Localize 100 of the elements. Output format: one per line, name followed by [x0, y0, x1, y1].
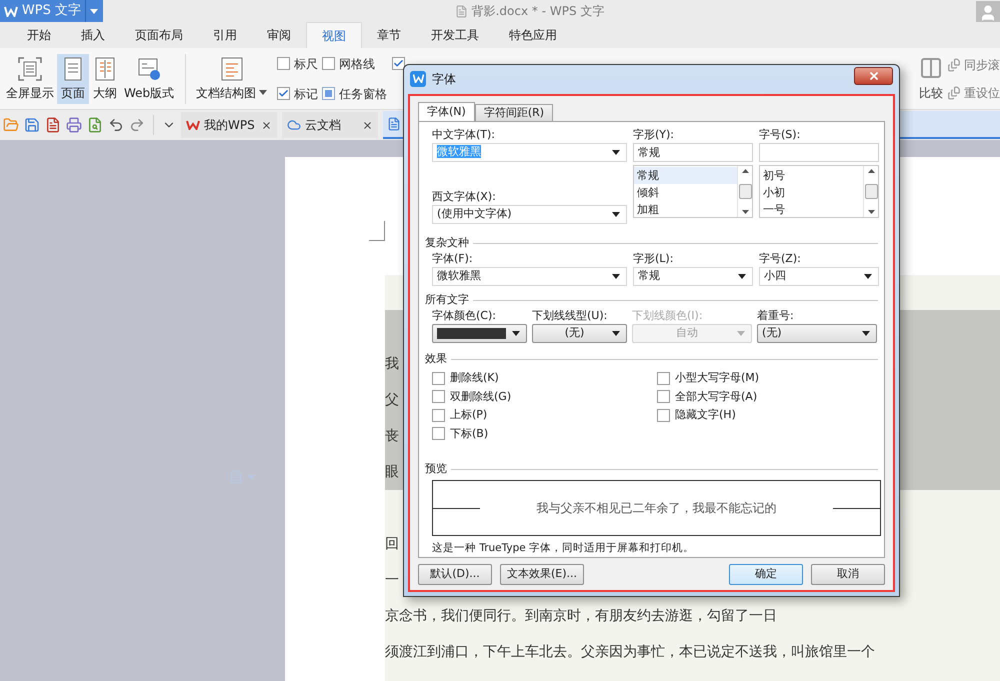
window-tool-button[interactable]: 同步滚 — [947, 56, 1000, 74]
checkbox-label: 双删除线(G) — [450, 388, 512, 404]
menu-tab[interactable]: 审阅 — [252, 22, 306, 48]
dialog-button[interactable]: 取消 — [811, 564, 885, 585]
text-field[interactable] — [759, 143, 879, 162]
app-menu-button[interactable]: WPS 文字 — [0, 0, 103, 22]
list-item[interactable]: 加粗 — [634, 201, 737, 218]
view-button[interactable]: 全屏显示 — [3, 54, 57, 104]
menu-tab[interactable]: 页面布局 — [120, 22, 198, 48]
view-button[interactable]: 页面 — [57, 54, 89, 104]
text-field[interactable]: 常规 — [633, 143, 753, 162]
dialog-button[interactable]: 确定 — [729, 564, 803, 585]
scroll-up-icon[interactable] — [742, 169, 748, 173]
menu-tab[interactable]: 视图 — [306, 22, 362, 48]
caret-icon — [738, 274, 746, 279]
field-label: 着重号: — [757, 308, 795, 324]
checkbox-label: 全部大写字母(A) — [675, 388, 758, 404]
checkbox[interactable] — [657, 408, 670, 422]
field-label: 字体颜色(C): — [432, 308, 497, 324]
save-icon[interactable] — [24, 117, 40, 133]
option-label: 标记 — [294, 86, 318, 102]
checkbox-label: 小型大写字母(M) — [675, 370, 760, 386]
list-item[interactable]: 小初 — [760, 184, 863, 201]
wps-logo-icon — [186, 120, 200, 130]
window-title: 背影.docx * - WPS 文字 — [472, 3, 604, 20]
caret-icon — [90, 8, 98, 14]
dropdown-field[interactable]: 小四 — [759, 267, 879, 286]
menu-tab[interactable]: 开发工具 — [416, 22, 494, 48]
caret-icon — [612, 150, 620, 155]
checkbox[interactable] — [277, 57, 290, 70]
scroll-thumb[interactable] — [738, 184, 752, 199]
caret-icon — [512, 331, 520, 336]
dialog-button[interactable]: 文本效果(E)... — [500, 564, 584, 585]
menu-tab[interactable]: 插入 — [66, 22, 120, 48]
list-item[interactable]: 常规 — [634, 167, 737, 184]
dropdown-field[interactable]: (使用中文字体) — [432, 205, 627, 224]
dropdown-field[interactable]: 微软雅黑 — [432, 267, 627, 286]
dropdown-field[interactable]: (无) — [757, 324, 877, 343]
window-tool-button[interactable]: 重设位 — [947, 84, 1000, 102]
list-box[interactable]: 常规 倾斜 加粗 — [633, 165, 753, 218]
document-icon[interactable] — [45, 117, 61, 133]
checkbox[interactable] — [657, 390, 670, 404]
scroll-up-icon[interactable] — [868, 169, 874, 173]
menu-tab[interactable]: 章节 — [362, 22, 416, 48]
caret-icon — [259, 90, 268, 95]
close-button[interactable] — [854, 66, 893, 84]
dropdown-field[interactable]: 常规 — [633, 267, 753, 286]
preview-icon[interactable] — [87, 117, 103, 133]
scroll-down-icon[interactable] — [742, 210, 748, 214]
web-layout-icon — [136, 56, 162, 82]
scrollbar[interactable] — [737, 166, 752, 217]
menu-tab[interactable]: 特色应用 — [494, 22, 572, 48]
close-icon[interactable] — [362, 120, 373, 130]
print-icon[interactable] — [66, 117, 82, 133]
compare-icon — [919, 56, 943, 80]
field-label: 字形(L): — [633, 251, 674, 267]
section-title: 预览 — [425, 460, 447, 477]
checkbox[interactable] — [392, 57, 406, 70]
app-logo-icon — [410, 70, 426, 86]
document-tab[interactable]: 云文档 — [282, 112, 378, 138]
dialog-tab[interactable]: 字体(N) — [418, 102, 475, 121]
option-label: 标尺 — [294, 56, 318, 72]
checkbox[interactable] — [432, 427, 445, 440]
list-box[interactable]: 初号 小初 一号 — [759, 165, 879, 218]
scroll-down-icon[interactable] — [868, 210, 874, 214]
list-item[interactable]: 一号 — [760, 201, 863, 218]
checkbox[interactable] — [432, 372, 445, 385]
document-tab[interactable]: 我的WPS — [181, 112, 277, 138]
scroll-thumb[interactable] — [864, 184, 878, 199]
dialog-tab[interactable]: 字符间距(R) — [474, 104, 554, 121]
dropdown-field[interactable] — [432, 324, 527, 343]
dropdown-field[interactable]: (无) — [532, 324, 627, 343]
checkbox[interactable] — [432, 408, 445, 422]
body-text-line: 父 — [385, 391, 399, 410]
folder-icon[interactable] — [3, 117, 19, 133]
view-button[interactable]: Web版式 — [121, 54, 178, 104]
checkbox[interactable] — [432, 390, 445, 404]
section-title: 效果 — [425, 350, 447, 367]
fullscreen-icon — [17, 56, 43, 82]
option-label: 任务窗格 — [339, 86, 388, 102]
body-text-line: 京念书，我们便同行。到南京时，有朋友约去游逛，勾留了一日 — [385, 607, 777, 626]
avatar-icon[interactable] — [976, 0, 1000, 22]
body-text-line: 丧 — [385, 427, 399, 446]
list-item[interactable]: 初号 — [760, 167, 863, 184]
undo-icon[interactable] — [108, 117, 124, 133]
dialog-button[interactable]: 默认(D)... — [418, 564, 492, 585]
outline-view-button[interactable]: 文档结构图 — [194, 54, 270, 104]
checkbox[interactable] — [322, 57, 336, 70]
checkbox[interactable] — [657, 372, 670, 385]
app-logo-icon — [4, 6, 18, 16]
close-icon[interactable] — [261, 120, 272, 130]
redo-icon[interactable] — [129, 117, 145, 133]
scrollbar[interactable] — [863, 166, 878, 217]
view-button[interactable]: 大纲 — [89, 54, 121, 104]
compare-button[interactable]: 比较 — [919, 54, 943, 104]
list-item[interactable]: 倾斜 — [634, 184, 737, 201]
menu-tab[interactable]: 开始 — [12, 22, 66, 48]
menu-tab[interactable]: 引用 — [198, 22, 252, 48]
checkbox[interactable] — [322, 87, 336, 100]
checkbox[interactable] — [277, 87, 290, 100]
